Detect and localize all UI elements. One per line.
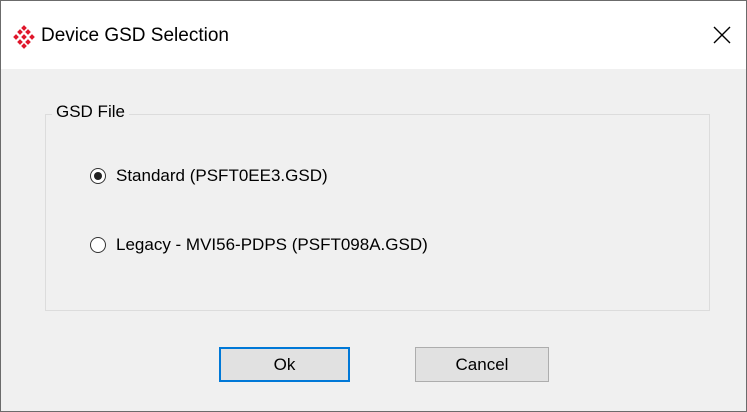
gsd-file-groupbox	[45, 114, 710, 311]
radio-standard[interactable]: Standard (PSFT0EE3.GSD)	[90, 164, 328, 188]
dialog-window: Device GSD Selection GSD File Standard (…	[0, 0, 747, 412]
title-bar: Device GSD Selection	[1, 1, 746, 69]
close-button[interactable]	[704, 17, 740, 53]
close-icon	[713, 26, 731, 44]
groupbox-legend: GSD File	[52, 101, 129, 123]
radio-button-checked[interactable]	[90, 168, 106, 184]
radio-standard-label: Standard (PSFT0EE3.GSD)	[116, 166, 328, 185]
app-diamond-icon	[13, 25, 35, 49]
cancel-button[interactable]: Cancel	[415, 347, 549, 382]
radio-button-unchecked[interactable]	[90, 237, 106, 253]
radio-legacy[interactable]: Legacy - MVI56-PDPS (PSFT098A.GSD)	[90, 233, 428, 257]
radio-legacy-label: Legacy - MVI56-PDPS (PSFT098A.GSD)	[116, 235, 428, 254]
dialog-title: Device GSD Selection	[41, 25, 229, 46]
ok-button[interactable]: Ok	[219, 347, 350, 382]
